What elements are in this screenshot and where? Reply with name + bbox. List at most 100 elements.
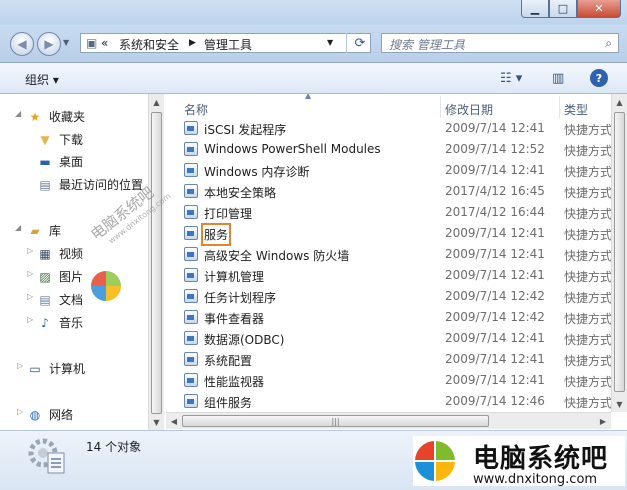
- nav-scroll-thumb[interactable]: [151, 112, 162, 414]
- file-row[interactable]: 事件查看器 2009/7/14 12:42 快捷方式: [166, 307, 611, 328]
- collapse-triangle-icon[interactable]: ▷: [27, 292, 33, 301]
- column-divider[interactable]: [440, 96, 441, 118]
- scroll-down-icon[interactable]: ▼: [149, 414, 164, 430]
- file-name: iSCSI 发起程序: [204, 123, 287, 137]
- column-header-name[interactable]: 名称: [184, 101, 208, 118]
- view-options-icon[interactable]: ☷ ▾: [500, 69, 522, 87]
- file-row[interactable]: 性能监视器 2009/7/14 12:41 快捷方式: [166, 370, 611, 391]
- help-icon[interactable]: ?: [590, 69, 608, 87]
- file-row[interactable]: 高级安全 Windows 防火墙 2009/7/14 12:41 快捷方式: [166, 244, 611, 265]
- nav-network[interactable]: ▷ ◍ 网络: [17, 406, 74, 423]
- maximize-button[interactable]: □: [549, 0, 577, 18]
- file-row[interactable]: 打印管理 2017/4/12 16:44 快捷方式: [166, 202, 611, 223]
- shortcut-icon: [184, 142, 198, 156]
- column-header-date[interactable]: 修改日期: [445, 101, 493, 118]
- file-date: 2009/7/14 12:41: [445, 268, 545, 282]
- documents-icon: ▤: [39, 292, 51, 307]
- expand-triangle-icon[interactable]: ◢: [15, 223, 21, 232]
- recent-pages-dropdown[interactable]: ▼: [63, 38, 69, 47]
- file-type: 快捷方式: [564, 375, 611, 389]
- file-name: 数据源(ODBC): [204, 333, 285, 347]
- close-button[interactable]: ✕: [577, 0, 621, 18]
- file-row[interactable]: 数据源(ODBC) 2009/7/14 12:41 快捷方式: [166, 328, 611, 349]
- expand-triangle-icon[interactable]: ◢: [15, 109, 21, 118]
- file-row[interactable]: 本地安全策略 2017/4/12 16:45 快捷方式: [166, 181, 611, 202]
- nav-libraries[interactable]: ◢ ▰ 库: [15, 222, 62, 239]
- shortcut-icon: [184, 121, 198, 135]
- back-button[interactable]: ◀: [10, 32, 34, 56]
- column-divider[interactable]: [559, 96, 560, 118]
- collapse-triangle-icon[interactable]: ▷: [27, 315, 33, 324]
- file-type: 快捷方式: [564, 270, 611, 284]
- refresh-icon: ⟳: [354, 35, 366, 51]
- nav-network-label: 网络: [49, 408, 74, 422]
- file-type: 快捷方式: [564, 333, 611, 347]
- collapse-triangle-icon[interactable]: ▷: [27, 269, 33, 278]
- shortcut-icon: [184, 247, 198, 261]
- file-row[interactable]: Windows 内存诊断 2009/7/14 12:41 快捷方式: [166, 160, 611, 181]
- nav-desktop[interactable]: ▬ 桌面: [37, 153, 83, 170]
- file-row[interactable]: 计算机管理 2009/7/14 12:41 快捷方式: [166, 265, 611, 286]
- preview-pane-icon[interactable]: ▥: [552, 69, 564, 87]
- file-row[interactable]: 任务计划程序 2009/7/14 12:42 快捷方式: [166, 286, 611, 307]
- file-row-services-highlighted[interactable]: 服务 2009/7/14 12:41 快捷方式: [166, 223, 611, 246]
- nav-downloads-label: 下载: [59, 133, 84, 147]
- search-icon[interactable]: ⌕: [605, 36, 612, 51]
- file-name: 事件查看器: [204, 312, 265, 326]
- collapse-triangle-icon[interactable]: ▷: [17, 361, 23, 370]
- scroll-up-icon[interactable]: ▲: [612, 94, 627, 110]
- file-type: 快捷方式: [564, 312, 611, 326]
- file-name: 本地安全策略: [204, 186, 277, 200]
- nav-favorites[interactable]: ◢ ★ 收藏夹: [15, 108, 85, 125]
- nav-downloads[interactable]: ▼ 下载: [37, 131, 83, 148]
- nav-pictures[interactable]: ▷ ▨ 图片: [27, 268, 83, 285]
- scroll-down-icon[interactable]: ▼: [612, 396, 627, 412]
- breadcrumb-system-security[interactable]: 系统和安全: [119, 36, 179, 53]
- music-note-icon: ♪: [41, 315, 49, 330]
- navigation-pane: ◢ ★ 收藏夹 ▼ 下载 ▬ 桌面 ▤ 最近访问的位置 ◢ ▰ 库 ▷ ▦ 视频…: [0, 94, 150, 430]
- collapse-triangle-icon[interactable]: ▷: [17, 407, 23, 416]
- minimize-button[interactable]: ▁: [521, 0, 549, 18]
- file-row[interactable]: iSCSI 发起程序 2009/7/14 12:41 快捷方式: [166, 118, 611, 139]
- file-row[interactable]: 组件服务 2009/7/14 12:46 快捷方式: [166, 391, 611, 412]
- file-pane-vertical-scrollbar[interactable]: ▲ ▼: [611, 94, 627, 412]
- desktop-icon: ▬: [39, 154, 51, 169]
- nav-documents-label: 文档: [59, 293, 84, 307]
- overflow-chevron-icon[interactable]: «: [101, 36, 108, 50]
- file-name: 高级安全 Windows 防火墙: [204, 249, 350, 263]
- recent-places-icon: ▤: [39, 177, 51, 192]
- nav-videos[interactable]: ▷ ▦ 视频: [27, 245, 83, 262]
- shortcut-icon: [184, 184, 198, 198]
- breadcrumb-admin-tools[interactable]: 管理工具: [204, 36, 252, 53]
- file-name: Windows PowerShell Modules: [204, 142, 381, 156]
- nav-recent[interactable]: ▤ 最近访问的位置: [37, 176, 143, 193]
- scroll-right-icon[interactable]: ▶: [595, 413, 611, 429]
- nav-music[interactable]: ▷ ♪ 音乐: [27, 314, 83, 331]
- scroll-left-icon[interactable]: ◀: [166, 413, 182, 429]
- file-pane-horizontal-scrollbar[interactable]: ◀ ||| ▶: [166, 412, 611, 429]
- nav-pane-scrollbar[interactable]: ▲ ▼: [148, 94, 164, 430]
- scroll-up-icon[interactable]: ▲: [149, 94, 164, 110]
- shortcut-icon: [184, 310, 198, 324]
- item-count: 14 个对象: [86, 440, 142, 454]
- address-dropdown-icon[interactable]: ▼: [327, 38, 333, 47]
- nav-libraries-label: 库: [49, 224, 62, 238]
- breadcrumb-separator-icon[interactable]: ▶: [189, 38, 196, 48]
- nav-documents[interactable]: ▷ ▤ 文档: [27, 291, 84, 308]
- file-vertical-scroll-thumb[interactable]: [614, 112, 625, 392]
- file-row[interactable]: 系统配置 2009/7/14 12:41 快捷方式: [166, 349, 611, 370]
- horizontal-scroll-thumb[interactable]: |||: [182, 415, 489, 427]
- forward-button[interactable]: ▶: [37, 32, 61, 56]
- search-box[interactable]: 搜索 管理工具 ⌕: [381, 33, 619, 53]
- refresh-button[interactable]: ⟳: [346, 33, 373, 53]
- star-icon: ★: [29, 109, 41, 124]
- collapse-triangle-icon[interactable]: ▷: [27, 246, 33, 255]
- file-type: 快捷方式: [564, 165, 611, 179]
- column-header-type[interactable]: 类型: [564, 101, 588, 118]
- organize-button[interactable]: 组织 ▾: [25, 71, 59, 88]
- address-box[interactable]: ▣ « 系统和安全 ▶ 管理工具 ▼: [80, 33, 371, 53]
- nav-computer[interactable]: ▷ ▭ 计算机: [17, 360, 85, 377]
- file-row[interactable]: Windows PowerShell Modules 2009/7/14 12:…: [166, 139, 611, 160]
- file-date: 2009/7/14 12:42: [445, 289, 545, 303]
- file-type: 快捷方式: [564, 207, 611, 221]
